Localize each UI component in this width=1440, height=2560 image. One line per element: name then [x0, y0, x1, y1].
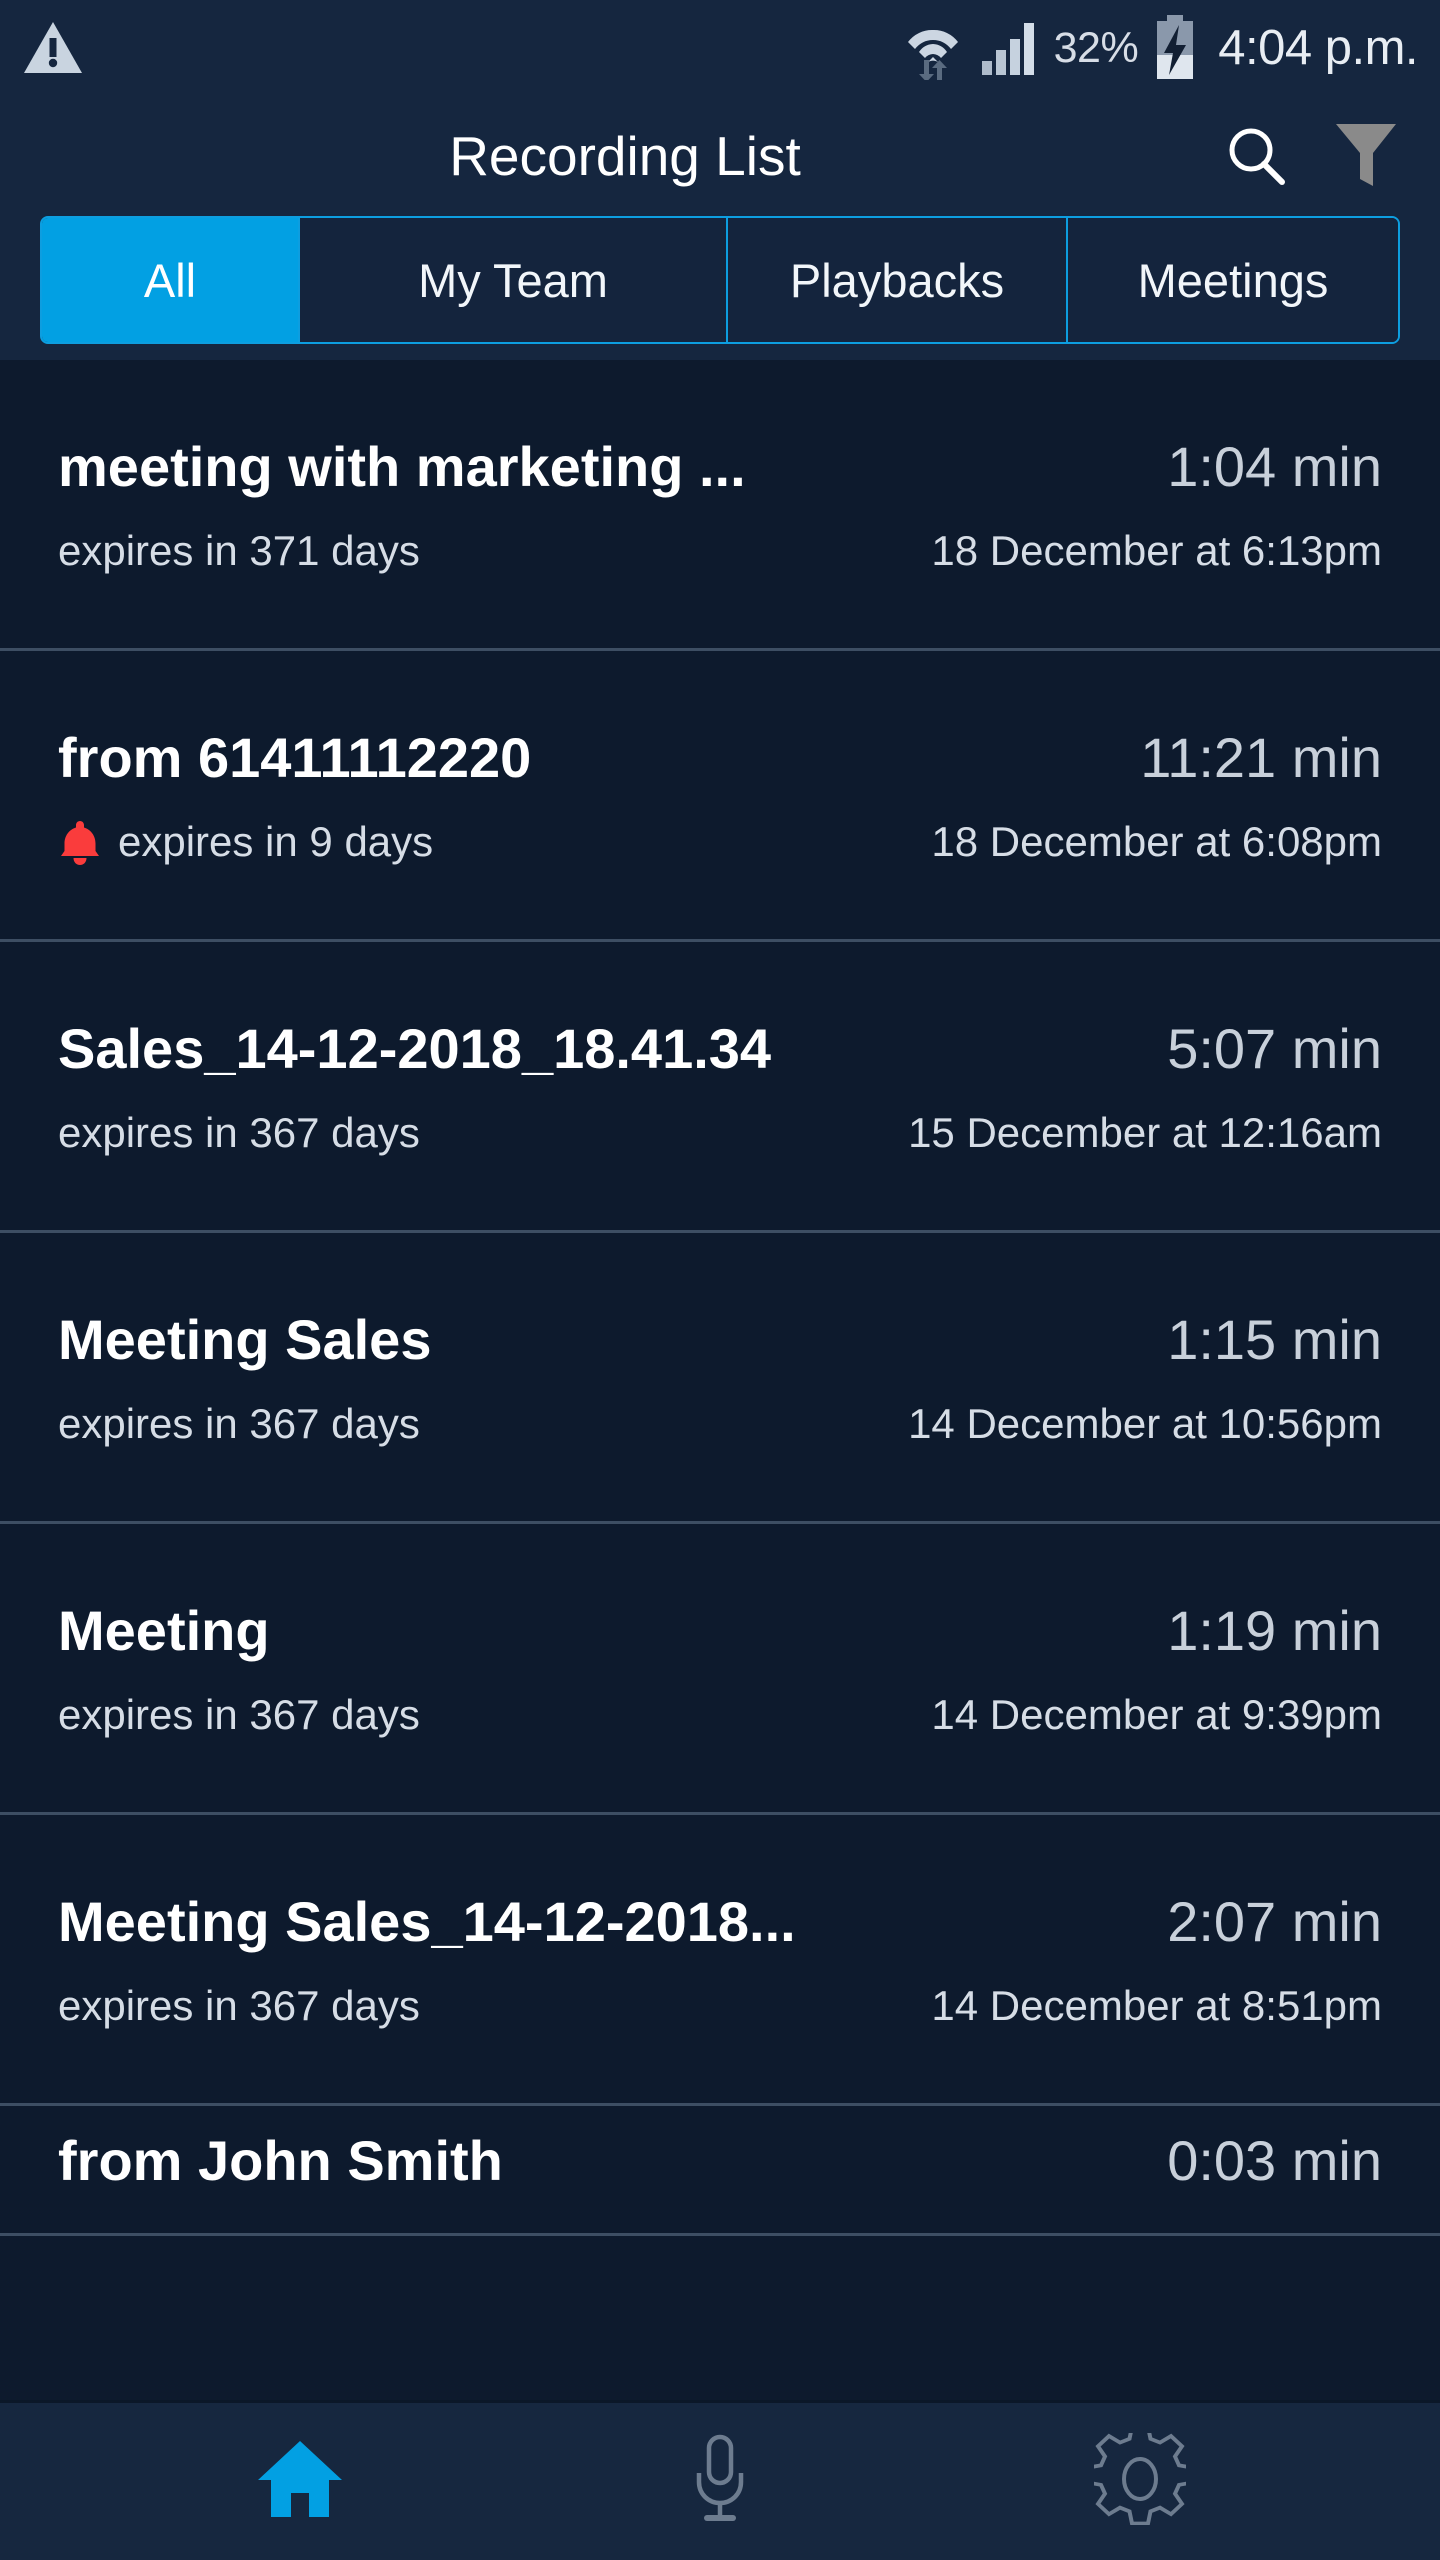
tab-all[interactable]: All [42, 218, 300, 342]
recording-duration: 1:04 min [1167, 434, 1382, 498]
app-header: Recording List [0, 96, 1440, 216]
row-primary-line: Meeting 1:19 min [58, 1598, 1382, 1663]
recording-expiry: expires in 367 days [58, 1108, 420, 1156]
row-secondary-line: expires in 371 days 18 December at 6:13p… [58, 527, 1382, 575]
recording-list: meeting with marketing ... 1:04 min expi… [0, 360, 1440, 2236]
recording-date: 14 December at 10:56pm [908, 1399, 1382, 1447]
recording-title: Meeting Sales [58, 1307, 432, 1371]
recording-expiry-group: expires in 367 days [58, 1691, 420, 1739]
recording-date: 18 December at 6:13pm [931, 526, 1382, 574]
recording-expiry: expires in 367 days [58, 1981, 420, 2029]
nav-item-record[interactable] [570, 2403, 870, 2560]
tab-meetings[interactable]: Meetings [1068, 218, 1398, 342]
search-icon[interactable] [1224, 123, 1290, 189]
tab-playbacks[interactable]: Playbacks [728, 218, 1068, 342]
status-bar-clock: 4:04 p.m. [1218, 21, 1418, 75]
row-primary-line: meeting with marketing ... 1:04 min [58, 434, 1382, 499]
recording-duration: 11:21 min [1140, 725, 1382, 789]
header-actions [1224, 120, 1440, 192]
recording-expiry: expires in 371 days [58, 526, 420, 574]
wifi-icon [902, 16, 964, 80]
recording-expiry: expires in 367 days [58, 1690, 420, 1738]
recording-expiry-group: expires in 367 days [58, 1400, 420, 1448]
warning-triangle-icon [22, 20, 84, 76]
battery-percent-label: 32% [1053, 23, 1139, 72]
recording-expiry: expires in 367 days [58, 1399, 420, 1447]
recording-title: Sales_14-12-2018_18.41.34 [58, 1016, 772, 1080]
row-primary-line: from 61411112220 11:21 min [58, 725, 1382, 790]
table-row[interactable]: Sales_14-12-2018_18.41.34 5:07 min expir… [0, 942, 1440, 1233]
battery-charging-icon [1154, 15, 1196, 81]
recording-date: 14 December at 8:51pm [931, 1981, 1382, 2029]
recording-date: 18 December at 6:08pm [931, 817, 1382, 865]
table-row[interactable]: Meeting Sales_14-12-2018... 2:07 min exp… [0, 1815, 1440, 2106]
cellular-signal-icon [980, 19, 1038, 77]
recording-duration: 2:07 min [1167, 1889, 1382, 1953]
recording-title: from John Smith [58, 2129, 503, 2192]
tab-bar-container: All My Team Playbacks Meetings [0, 216, 1440, 360]
home-icon [254, 2435, 346, 2528]
status-bar-right: 32% 4:04 p.m. [902, 15, 1418, 81]
filter-funnel-icon[interactable] [1332, 120, 1400, 192]
recording-expiry-group: expires in 367 days [58, 1982, 420, 2030]
recording-duration: 0:03 min [1167, 2129, 1382, 2192]
table-row[interactable]: from John Smith 0:03 min [0, 2106, 1440, 2236]
tab-bar: All My Team Playbacks Meetings [40, 216, 1400, 344]
recording-expiry-group: expires in 371 days [58, 527, 420, 575]
recording-expiry-group: expires in 367 days [58, 1109, 420, 1157]
recording-expiry: expires in 9 days [118, 817, 434, 865]
status-bar: 32% 4:04 p.m. [0, 0, 1440, 96]
alert-bell-icon [58, 818, 102, 866]
row-secondary-line: expires in 9 days 18 December at 6:08pm [58, 818, 1382, 866]
recording-duration: 1:19 min [1167, 1598, 1382, 1662]
recording-title: from 61411112220 [58, 725, 532, 789]
row-primary-line: from John Smith 0:03 min [58, 2128, 1382, 2193]
tab-my-team[interactable]: My Team [300, 218, 728, 342]
gear-icon [1086, 2424, 1194, 2530]
row-secondary-line: expires in 367 days 15 December at 12:16… [58, 1109, 1382, 1157]
recording-title: meeting with marketing ... [58, 434, 746, 498]
recording-duration: 1:15 min [1167, 1307, 1382, 1371]
recording-expiry-group: expires in 9 days [58, 818, 433, 866]
row-primary-line: Meeting Sales_14-12-2018... 2:07 min [58, 1889, 1382, 1954]
status-bar-left [22, 20, 84, 76]
row-secondary-line: expires in 367 days 14 December at 10:56… [58, 1400, 1382, 1448]
recording-date: 15 December at 12:16am [908, 1108, 1382, 1156]
table-row[interactable]: Meeting 1:19 min expires in 367 days 14 … [0, 1524, 1440, 1815]
row-primary-line: Sales_14-12-2018_18.41.34 5:07 min [58, 1016, 1382, 1081]
nav-item-settings[interactable] [990, 2403, 1290, 2560]
row-secondary-line: expires in 367 days 14 December at 9:39p… [58, 1691, 1382, 1739]
recording-date: 14 December at 9:39pm [931, 1690, 1382, 1738]
recording-duration: 5:07 min [1167, 1016, 1382, 1080]
recording-title: Meeting Sales_14-12-2018... [58, 1889, 796, 1953]
table-row[interactable]: Meeting Sales 1:15 min expires in 367 da… [0, 1233, 1440, 1524]
row-primary-line: Meeting Sales 1:15 min [58, 1307, 1382, 1372]
row-secondary-line: expires in 367 days 14 December at 8:51p… [58, 1982, 1382, 2030]
table-row[interactable]: from 61411112220 11:21 min expires in 9 … [0, 651, 1440, 942]
microphone-icon [685, 2433, 755, 2530]
nav-item-home[interactable] [150, 2403, 450, 2560]
table-row[interactable]: meeting with marketing ... 1:04 min expi… [0, 360, 1440, 651]
recording-title: Meeting [58, 1598, 270, 1662]
bottom-navigation-bar [0, 2400, 1440, 2560]
